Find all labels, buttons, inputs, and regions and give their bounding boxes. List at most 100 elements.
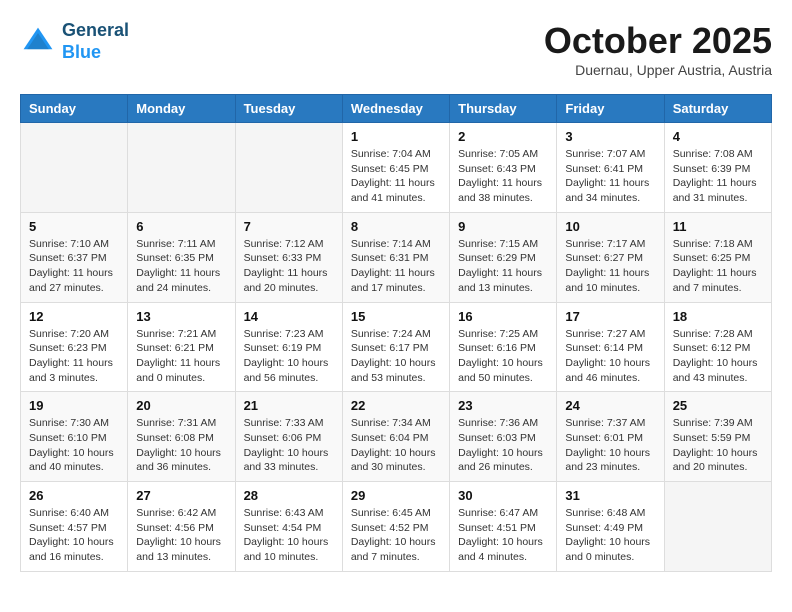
day-number: 3 (565, 129, 655, 144)
calendar-cell: 22Sunrise: 7:34 AM Sunset: 6:04 PM Dayli… (342, 392, 449, 482)
calendar-cell: 31 Sunrise: 6:48 AM Sunset: 4:49 PM Dayli… (557, 482, 664, 572)
weekday-header: Wednesday (342, 95, 449, 123)
calendar-cell (128, 123, 235, 213)
weekday-header: Friday (557, 95, 664, 123)
day-info: Sunrise: 7:30 AM Sunset: 6:10 PM Dayligh… (29, 416, 119, 475)
day-number: 4 (673, 129, 763, 144)
calendar-week-row: 26Sunrise: 6:40 AM Sunset: 4:57 PM Dayli… (21, 482, 772, 572)
day-info: Sunrise: 7:21 AM Sunset: 6:21 PM Dayligh… (136, 327, 226, 386)
calendar-cell: 28 Sunrise: 6:43 AM Sunset: 4:54 PM Dayli… (235, 482, 342, 572)
day-number: 29 (351, 488, 441, 503)
day-info: Sunrise: 6:45 AM Sunset: 4:52 PM Dayligh… (351, 506, 441, 565)
day-info: Sunrise: 7:20 AM Sunset: 6:23 PM Dayligh… (29, 327, 119, 386)
calendar-cell: 20 Sunrise: 7:31 AM Sunset: 6:08 PM Dayli… (128, 392, 235, 482)
day-number: 12 (29, 309, 119, 324)
calendar-cell: 23 Sunrise: 7:36 AM Sunset: 6:03 PM Dayli… (450, 392, 557, 482)
day-info: Sunrise: 7:25 AM Sunset: 6:16 PM Dayligh… (458, 327, 548, 386)
logo-icon (20, 24, 56, 60)
calendar-cell: 7 Sunrise: 7:12 AM Sunset: 6:33 PM Daylig… (235, 212, 342, 302)
calendar-cell: 11Sunrise: 7:18 AM Sunset: 6:25 PM Dayli… (664, 212, 771, 302)
day-info: Sunrise: 7:08 AM Sunset: 6:39 PM Dayligh… (673, 147, 763, 206)
day-info: Sunrise: 7:31 AM Sunset: 6:08 PM Dayligh… (136, 416, 226, 475)
weekday-header: Monday (128, 95, 235, 123)
calendar-cell: 25 Sunrise: 7:39 AM Sunset: 5:59 PM Dayli… (664, 392, 771, 482)
day-info: Sunrise: 7:37 AM Sunset: 6:01 PM Dayligh… (565, 416, 655, 475)
day-number: 13 (136, 309, 226, 324)
calendar-cell: 16Sunrise: 7:25 AM Sunset: 6:16 PM Dayli… (450, 302, 557, 392)
day-info: Sunrise: 6:47 AM Sunset: 4:51 PM Dayligh… (458, 506, 548, 565)
day-number: 21 (244, 398, 334, 413)
day-info: Sunrise: 7:12 AM Sunset: 6:33 PM Dayligh… (244, 237, 334, 296)
day-number: 8 (351, 219, 441, 234)
day-info: Sunrise: 7:17 AM Sunset: 6:27 PM Dayligh… (565, 237, 655, 296)
calendar-cell: 27Sunrise: 6:42 AM Sunset: 4:56 PM Dayli… (128, 482, 235, 572)
day-info: Sunrise: 6:43 AM Sunset: 4:54 PM Dayligh… (244, 506, 334, 565)
calendar-cell: 1 Sunrise: 7:04 AM Sunset: 6:45 PM Daylig… (342, 123, 449, 213)
day-number: 15 (351, 309, 441, 324)
calendar-cell: 21Sunrise: 7:33 AM Sunset: 6:06 PM Dayli… (235, 392, 342, 482)
calendar-week-row: 19 Sunrise: 7:30 AM Sunset: 6:10 PM Dayli… (21, 392, 772, 482)
title-block: October 2025 Duernau, Upper Austria, Aus… (544, 20, 772, 78)
day-number: 28 (244, 488, 334, 503)
calendar-cell: 4 Sunrise: 7:08 AM Sunset: 6:39 PM Daylig… (664, 123, 771, 213)
day-number: 23 (458, 398, 548, 413)
day-number: 17 (565, 309, 655, 324)
day-info: Sunrise: 7:11 AM Sunset: 6:35 PM Dayligh… (136, 237, 226, 296)
day-number: 18 (673, 309, 763, 324)
calendar-table: SundayMondayTuesdayWednesdayThursdayFrid… (20, 94, 772, 572)
day-number: 24 (565, 398, 655, 413)
day-info: Sunrise: 7:18 AM Sunset: 6:25 PM Dayligh… (673, 237, 763, 296)
calendar-cell: 5 Sunrise: 7:10 AM Sunset: 6:37 PM Daylig… (21, 212, 128, 302)
calendar-cell: 10 Sunrise: 7:17 AM Sunset: 6:27 PM Dayli… (557, 212, 664, 302)
month-title: October 2025 (544, 20, 772, 62)
calendar-cell: 19 Sunrise: 7:30 AM Sunset: 6:10 PM Dayli… (21, 392, 128, 482)
logo-text: General Blue (62, 20, 129, 63)
calendar-cell: 6 Sunrise: 7:11 AM Sunset: 6:35 PM Daylig… (128, 212, 235, 302)
day-info: Sunrise: 6:40 AM Sunset: 4:57 PM Dayligh… (29, 506, 119, 565)
day-number: 5 (29, 219, 119, 234)
calendar-cell: 18Sunrise: 7:28 AM Sunset: 6:12 PM Dayli… (664, 302, 771, 392)
day-info: Sunrise: 7:34 AM Sunset: 6:04 PM Dayligh… (351, 416, 441, 475)
calendar-cell: 29 Sunrise: 6:45 AM Sunset: 4:52 PM Dayli… (342, 482, 449, 572)
day-number: 2 (458, 129, 548, 144)
day-number: 30 (458, 488, 548, 503)
day-info: Sunrise: 7:05 AM Sunset: 6:43 PM Dayligh… (458, 147, 548, 206)
day-info: Sunrise: 7:23 AM Sunset: 6:19 PM Dayligh… (244, 327, 334, 386)
calendar-cell: 8 Sunrise: 7:14 AM Sunset: 6:31 PM Daylig… (342, 212, 449, 302)
day-number: 7 (244, 219, 334, 234)
day-info: Sunrise: 7:10 AM Sunset: 6:37 PM Dayligh… (29, 237, 119, 296)
day-info: Sunrise: 7:07 AM Sunset: 6:41 PM Dayligh… (565, 147, 655, 206)
calendar-week-row: 1 Sunrise: 7:04 AM Sunset: 6:45 PM Daylig… (21, 123, 772, 213)
day-number: 19 (29, 398, 119, 413)
day-number: 6 (136, 219, 226, 234)
day-info: Sunrise: 7:36 AM Sunset: 6:03 PM Dayligh… (458, 416, 548, 475)
day-number: 27 (136, 488, 226, 503)
day-info: Sunrise: 7:14 AM Sunset: 6:31 PM Dayligh… (351, 237, 441, 296)
day-info: Sunrise: 6:48 AM Sunset: 4:49 PM Dayligh… (565, 506, 655, 565)
day-number: 1 (351, 129, 441, 144)
day-info: Sunrise: 7:39 AM Sunset: 5:59 PM Dayligh… (673, 416, 763, 475)
calendar-cell: 3 Sunrise: 7:07 AM Sunset: 6:41 PM Daylig… (557, 123, 664, 213)
calendar-cell: 9Sunrise: 7:15 AM Sunset: 6:29 PM Daylig… (450, 212, 557, 302)
calendar-cell: 17Sunrise: 7:27 AM Sunset: 6:14 PM Dayli… (557, 302, 664, 392)
calendar-cell: 12 Sunrise: 7:20 AM Sunset: 6:23 PM Dayli… (21, 302, 128, 392)
day-info: Sunrise: 7:04 AM Sunset: 6:45 PM Dayligh… (351, 147, 441, 206)
calendar-cell: 30 Sunrise: 6:47 AM Sunset: 4:51 PM Dayli… (450, 482, 557, 572)
calendar-cell (664, 482, 771, 572)
weekday-header: Thursday (450, 95, 557, 123)
weekday-header: Sunday (21, 95, 128, 123)
day-number: 25 (673, 398, 763, 413)
day-number: 31 (565, 488, 655, 503)
calendar-header-row: SundayMondayTuesdayWednesdayThursdayFrid… (21, 95, 772, 123)
day-number: 20 (136, 398, 226, 413)
weekday-header: Tuesday (235, 95, 342, 123)
logo: General Blue (20, 20, 129, 63)
location-subtitle: Duernau, Upper Austria, Austria (544, 62, 772, 78)
calendar-cell (235, 123, 342, 213)
weekday-header: Saturday (664, 95, 771, 123)
day-info: Sunrise: 7:15 AM Sunset: 6:29 PM Dayligh… (458, 237, 548, 296)
calendar-cell: 15Sunrise: 7:24 AM Sunset: 6:17 PM Dayli… (342, 302, 449, 392)
calendar-week-row: 5 Sunrise: 7:10 AM Sunset: 6:37 PM Daylig… (21, 212, 772, 302)
day-number: 10 (565, 219, 655, 234)
calendar-week-row: 12 Sunrise: 7:20 AM Sunset: 6:23 PM Dayli… (21, 302, 772, 392)
